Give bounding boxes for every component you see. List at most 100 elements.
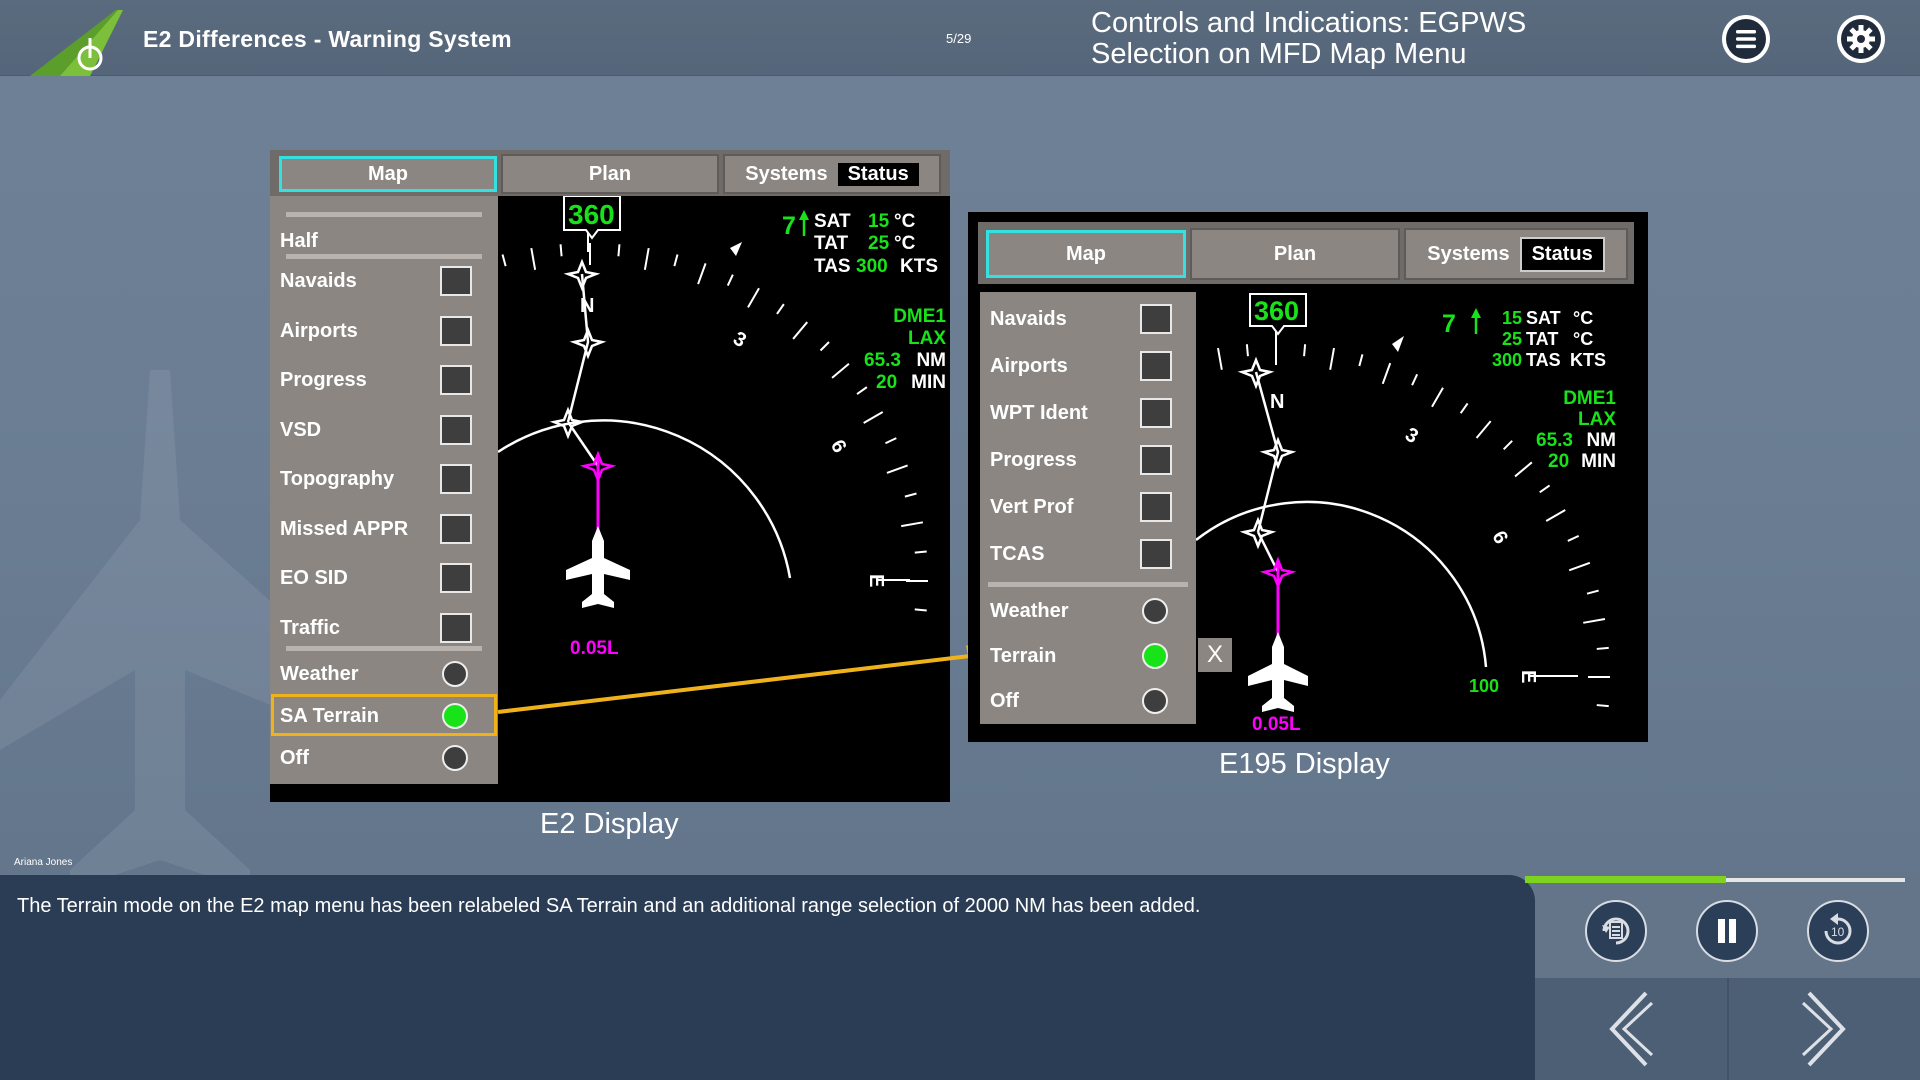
- e2-radio-item[interactable]: Weather: [270, 655, 498, 695]
- e2-checkbox[interactable]: [440, 464, 472, 494]
- compass-tick: [1245, 344, 1249, 357]
- e2-menu-item-label: Missed APPR: [280, 517, 409, 540]
- compass-tick: [1586, 589, 1599, 595]
- e195-tat-unit: °C: [1573, 329, 1593, 349]
- e2-nav-source: DME1: [893, 306, 946, 327]
- e195-radio-item[interactable]: Off: [980, 682, 1196, 722]
- e195-radio-item[interactable]: Weather: [980, 592, 1196, 632]
- e195-inner-range-arc: [1196, 500, 1488, 668]
- e2-radio-item-label: Off: [280, 747, 309, 769]
- e2-menu-item[interactable]: Topography: [270, 460, 498, 500]
- e2-tab-systems[interactable]: Systems Status: [723, 154, 941, 194]
- e2-tab-bar: Map Plan Systems Status: [270, 150, 950, 196]
- e2-tas-label: TAS: [814, 256, 851, 277]
- e195-nav-time: 20: [1548, 451, 1569, 472]
- e2-radio-button[interactable]: [442, 661, 468, 687]
- e195-radio-button[interactable]: [1142, 688, 1168, 714]
- e2-tab-map[interactable]: Map: [279, 156, 497, 192]
- next-page-button[interactable]: [1728, 978, 1920, 1080]
- compass-tick: [819, 341, 830, 352]
- e195-ownship-aircraft-icon: [1248, 632, 1308, 712]
- e195-bug-icon: [1392, 336, 1404, 352]
- hamburger-menu-icon: [1726, 19, 1766, 59]
- e195-compass-6: 6: [1487, 527, 1512, 548]
- e2-radio-button[interactable]: [442, 745, 468, 771]
- transcript-icon: [1602, 917, 1630, 945]
- e2-bug-icon: [730, 242, 742, 256]
- compass-tick: [904, 492, 917, 498]
- compass-tick: [501, 254, 507, 267]
- e2-menu-item[interactable]: Progress: [270, 361, 498, 401]
- e2-separator: [286, 212, 482, 217]
- e195-menu-item[interactable]: Navaids: [980, 300, 1196, 340]
- e2-tat-value: 25: [868, 233, 890, 254]
- e195-radio-item-label: Terrain: [990, 645, 1057, 667]
- e2-menu-item[interactable]: EO SID: [270, 559, 498, 599]
- e195-radio-button[interactable]: [1142, 598, 1168, 624]
- e2-tas-value: 300: [856, 256, 888, 277]
- e195-checkbox[interactable]: [1140, 539, 1172, 569]
- gear-icon: [1841, 19, 1881, 59]
- e195-separator: [988, 582, 1188, 587]
- e195-radio-item[interactable]: Terrain: [980, 637, 1196, 677]
- e195-checkbox[interactable]: [1140, 398, 1172, 428]
- e195-menu-item-label: Navaids: [990, 308, 1067, 330]
- e195-menu-item[interactable]: WPT Ident: [980, 394, 1196, 434]
- sa-terrain-highlight: [271, 694, 497, 736]
- e2-checkbox[interactable]: [440, 563, 472, 593]
- e195-menu-item[interactable]: Progress: [980, 441, 1196, 481]
- e2-menu-item[interactable]: VSD: [270, 411, 498, 451]
- e2-nav-distance-unit: NM: [916, 350, 946, 371]
- e2-menu-item[interactable]: Traffic: [270, 609, 498, 649]
- e195-menu-item[interactable]: TCAS: [980, 535, 1196, 575]
- e2-checkbox[interactable]: [440, 612, 472, 643]
- e195-menu-item-label: Airports: [990, 355, 1068, 377]
- compass-tick: [673, 254, 679, 267]
- e195-radio-button[interactable]: [1142, 643, 1168, 669]
- progress-bar[interactable]: [1525, 876, 1905, 883]
- e2-display-caption: E2 Display: [540, 808, 679, 840]
- e195-tas-label: TAS: [1526, 350, 1561, 370]
- pause-button[interactable]: [1696, 900, 1758, 962]
- e195-checkbox[interactable]: [1140, 492, 1172, 522]
- e2-inner-range-arc: [498, 419, 792, 579]
- topic-title: Controls and Indications: EGPWS Selectio…: [1091, 8, 1651, 70]
- e2-checkbox[interactable]: [440, 414, 472, 445]
- e195-tab-systems[interactable]: Systems Status: [1404, 228, 1628, 280]
- replay-10-button[interactable]: 10: [1807, 900, 1869, 962]
- compass-tick: [1545, 509, 1566, 522]
- menu-button[interactable]: [1722, 15, 1770, 63]
- e2-nav-time-unit: MIN: [911, 372, 946, 393]
- e2-tat-label: TAT: [814, 233, 849, 254]
- compass-tick: [1303, 344, 1307, 357]
- e195-menu-item[interactable]: Vert Prof: [980, 488, 1196, 528]
- previous-page-button[interactable]: [1535, 978, 1727, 1080]
- e195-tat-value: 25: [1502, 329, 1522, 349]
- e195-checkbox[interactable]: [1140, 351, 1172, 381]
- e2-ownship-aircraft-icon: [566, 526, 630, 608]
- e195-tab-map[interactable]: Map: [986, 230, 1186, 278]
- e2-menu-item[interactable]: Airports: [270, 312, 498, 352]
- e195-checkbox[interactable]: [1140, 445, 1172, 475]
- settings-button[interactable]: [1837, 15, 1885, 63]
- e2-tab-plan[interactable]: Plan: [501, 154, 719, 194]
- e195-menu-item[interactable]: Airports: [980, 347, 1196, 387]
- e2-menu-item[interactable]: Missed APPR: [270, 510, 498, 550]
- compass-tick: [776, 303, 785, 315]
- e2-checkbox[interactable]: [440, 266, 472, 296]
- compass-tick: [792, 321, 809, 340]
- e2-checkbox[interactable]: [440, 513, 472, 544]
- transcript-button[interactable]: [1585, 900, 1647, 962]
- e2-radio-item[interactable]: Off: [270, 739, 498, 779]
- e2-status-label[interactable]: Status: [837, 162, 919, 186]
- e2-menu-item[interactable]: Navaids: [270, 262, 498, 302]
- e195-tab-plan[interactable]: Plan: [1190, 228, 1400, 280]
- e2-checkbox[interactable]: [440, 365, 472, 395]
- e195-status-label[interactable]: Status: [1519, 236, 1605, 272]
- compass-tick: [856, 386, 868, 395]
- e2-menu-item-label: Topography: [280, 468, 395, 490]
- e195-checkbox[interactable]: [1140, 304, 1172, 334]
- e195-tat-label: TAT: [1526, 329, 1558, 349]
- e2-checkbox[interactable]: [440, 315, 472, 346]
- compass-tick: [1567, 534, 1580, 542]
